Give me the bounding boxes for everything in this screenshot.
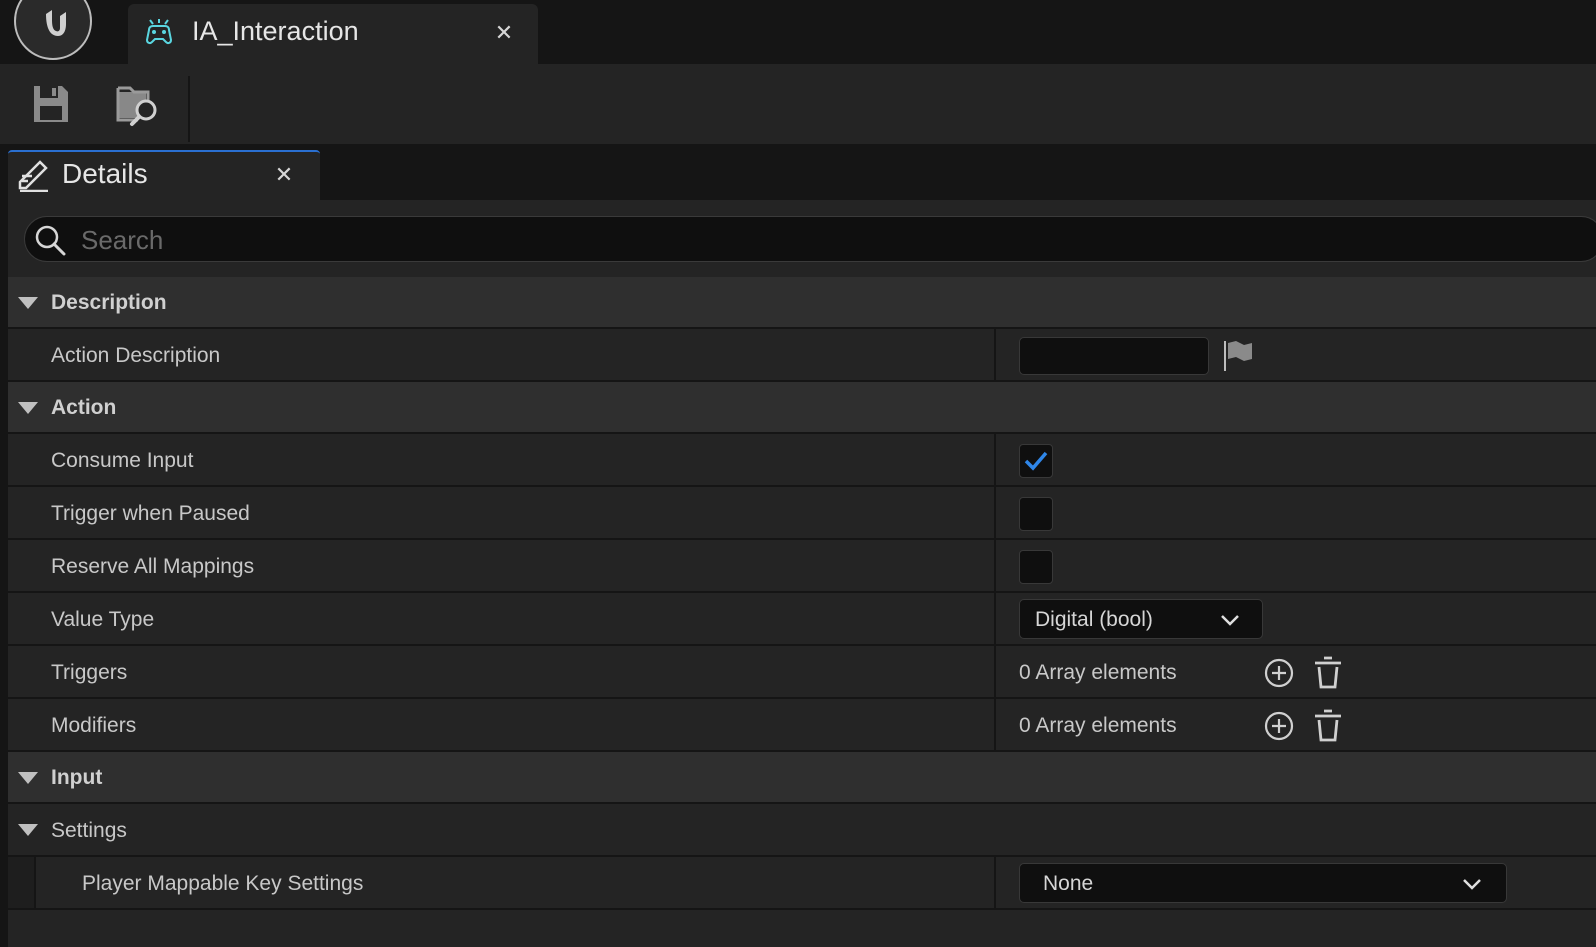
property-row-triggers: Triggers 0 Array elements: [8, 646, 1596, 699]
collapse-triangle-icon[interactable]: [18, 824, 38, 836]
plus-circle-icon[interactable]: [1263, 710, 1295, 742]
category-action[interactable]: Action: [8, 382, 1596, 434]
toolbar-separator: [188, 76, 190, 142]
chevron-down-icon: [1463, 879, 1481, 890]
unreal-logo-icon[interactable]: [14, 0, 92, 60]
search-icon: [35, 225, 66, 256]
category-input[interactable]: Input: [8, 752, 1596, 804]
search-box: [24, 216, 1596, 262]
category-description[interactable]: Description: [8, 277, 1596, 329]
property-label: Triggers: [51, 661, 128, 684]
details-tab[interactable]: Details ✕: [8, 150, 320, 200]
property-row-consume-input: Consume Input: [8, 434, 1596, 487]
category-label: Input: [51, 766, 103, 789]
column-splitter[interactable]: [994, 593, 996, 644]
action-description-input[interactable]: [1019, 337, 1209, 375]
close-tab-icon[interactable]: ✕: [492, 20, 516, 46]
value-type-dropdown[interactable]: Digital (bool): [1019, 599, 1263, 639]
property-row-action-description: Action Description: [8, 329, 1596, 382]
close-details-icon[interactable]: ✕: [272, 162, 296, 188]
property-label: Player Mappable Key Settings: [82, 872, 364, 895]
array-count: 0 Array elements: [1019, 661, 1177, 684]
document-tab-title: IA_Interaction: [192, 16, 359, 46]
column-splitter[interactable]: [994, 540, 996, 591]
dropdown-value: None: [1043, 872, 1094, 895]
category-label: Description: [51, 291, 167, 314]
plus-circle-icon[interactable]: [1263, 657, 1295, 689]
reserve-all-mappings-checkbox[interactable]: [1019, 550, 1053, 584]
property-row-value-type: Value Type Digital (bool): [8, 593, 1596, 646]
property-label: Value Type: [51, 608, 155, 631]
category-label: Action: [51, 396, 117, 419]
title-bar: IA_Interaction ✕: [0, 0, 1596, 64]
trash-icon[interactable]: [1313, 709, 1343, 743]
column-splitter[interactable]: [994, 699, 996, 750]
property-label: Reserve All Mappings: [51, 555, 255, 578]
flag-icon[interactable]: [1222, 339, 1254, 373]
player-mappable-key-settings-dropdown[interactable]: None: [1019, 863, 1507, 903]
property-row-trigger-when-paused: Trigger when Paused: [8, 487, 1596, 540]
property-row-reserve-all-mappings: Reserve All Mappings: [8, 540, 1596, 593]
gamepad-icon: [145, 19, 173, 45]
indent-gutter: [8, 857, 36, 908]
panel-tab-strip: Details ✕: [8, 150, 1596, 200]
collapse-triangle-icon[interactable]: [18, 297, 38, 309]
collapse-triangle-icon[interactable]: [18, 772, 38, 784]
property-row-player-mappable-key-settings: Player Mappable Key Settings None: [8, 857, 1596, 910]
checkmark-icon: [1024, 451, 1048, 471]
consume-input-checkbox[interactable]: [1019, 444, 1053, 478]
column-splitter[interactable]: [994, 487, 996, 538]
array-count: 0 Array elements: [1019, 714, 1177, 737]
browse-folder-icon[interactable]: [114, 80, 162, 128]
toolbar: [0, 64, 1596, 144]
property-label: Action Description: [51, 344, 221, 367]
trash-icon[interactable]: [1313, 656, 1343, 690]
property-row-modifiers: Modifiers 0 Array elements: [8, 699, 1596, 752]
column-splitter[interactable]: [994, 329, 996, 380]
trigger-when-paused-checkbox[interactable]: [1019, 497, 1053, 531]
pencil-edit-icon: [18, 160, 48, 192]
save-icon[interactable]: [28, 82, 72, 126]
details-tab-label: Details: [62, 158, 148, 189]
column-splitter[interactable]: [994, 857, 996, 908]
property-label: Modifiers: [51, 714, 137, 737]
property-label: Trigger when Paused: [51, 502, 250, 525]
details-panel: Description Action Description Action Co…: [8, 200, 1596, 947]
dropdown-value: Digital (bool): [1035, 608, 1153, 631]
subcategory-label: Settings: [51, 819, 127, 842]
column-splitter[interactable]: [994, 646, 996, 697]
collapse-triangle-icon[interactable]: [18, 402, 38, 414]
column-splitter[interactable]: [994, 434, 996, 485]
chevron-down-icon: [1221, 615, 1239, 626]
document-tab[interactable]: IA_Interaction ✕: [128, 4, 538, 64]
search-input[interactable]: [79, 221, 1483, 259]
property-label: Consume Input: [51, 449, 194, 472]
subcategory-settings[interactable]: Settings: [8, 804, 1596, 857]
